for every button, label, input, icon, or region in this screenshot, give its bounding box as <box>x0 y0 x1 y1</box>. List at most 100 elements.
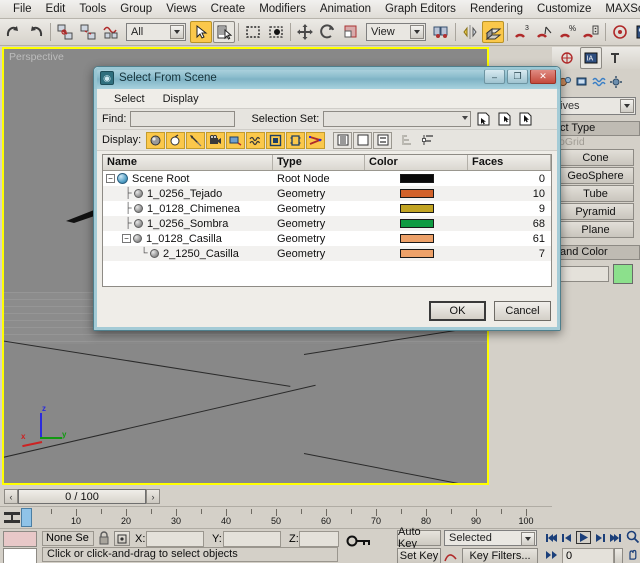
display-space-warps-icon[interactable] <box>246 132 265 149</box>
row-color-cell[interactable] <box>365 234 468 243</box>
create-button-tube[interactable]: Tube <box>557 185 634 202</box>
display-shapes-icon[interactable] <box>166 132 185 149</box>
display-children-icon[interactable] <box>333 132 352 149</box>
systems-icon[interactable] <box>609 75 623 89</box>
zoom-icon[interactable] <box>626 530 639 543</box>
selection-set-combo[interactable] <box>323 111 471 127</box>
key-mode-icon[interactable] <box>346 534 372 548</box>
current-frame-field[interactable]: 0 <box>562 548 614 563</box>
use-pivot-point-center-icon[interactable] <box>430 21 452 43</box>
column-header-type[interactable]: Type <box>273 155 365 170</box>
table-row[interactable]: ├1_0256_SombraGeometry68 <box>103 216 551 231</box>
display-xrefs-icon[interactable] <box>286 132 305 149</box>
create-button-cone[interactable]: Cone <box>557 149 634 166</box>
x-coordinate-field[interactable] <box>146 531 204 547</box>
tab-modify-icon[interactable]: IA <box>580 47 602 69</box>
dialog-title-bar[interactable]: ◉ Select From Scene – ❐ ✕ <box>94 67 560 89</box>
go-to-end-icon[interactable] <box>609 532 622 544</box>
track-bar-ruler[interactable]: 0102030405060708090100 <box>26 507 552 529</box>
key-mode-toggle-icon[interactable] <box>545 549 559 561</box>
display-helpers-icon[interactable] <box>226 132 245 149</box>
chevron-down-icon[interactable] <box>521 532 535 546</box>
table-row[interactable]: −1_0128_CasillaGeometry61 <box>103 231 551 246</box>
menu-item-graph-editors[interactable]: Graph Editors <box>378 1 463 17</box>
menu-item-maxscript[interactable]: MAXScript <box>598 1 640 17</box>
column-header-name[interactable]: Name <box>103 155 273 170</box>
align-icon[interactable] <box>482 21 504 43</box>
display-sort-icon[interactable] <box>373 132 392 149</box>
cancel-button[interactable]: Cancel <box>494 301 551 321</box>
time-cursor[interactable] <box>21 508 32 527</box>
frame-spinner[interactable] <box>614 548 623 563</box>
open-mini-curve-editor-icon[interactable] <box>3 510 21 526</box>
expand-all-icon[interactable] <box>399 132 418 149</box>
window-crossing-toggle-icon[interactable] <box>265 21 287 43</box>
time-slider-next-button[interactable]: › <box>146 489 160 504</box>
play-animation-icon[interactable] <box>576 531 591 544</box>
display-groups-icon[interactable] <box>266 132 285 149</box>
select-and-rotate-icon[interactable] <box>317 21 339 43</box>
display-influences-icon[interactable] <box>353 132 372 149</box>
menu-item-create[interactable]: Create <box>204 1 253 17</box>
select-and-move-icon[interactable] <box>294 21 316 43</box>
chevron-down-icon[interactable] <box>620 99 634 113</box>
display-bones-icon[interactable] <box>306 132 325 149</box>
list-body[interactable]: −Scene RootRoot Node0├1_0256_TejadoGeome… <box>103 171 551 261</box>
scene-object-list[interactable]: Name Type Color Faces −Scene RootRoot No… <box>102 154 552 287</box>
menu-item-group[interactable]: Group <box>113 1 159 17</box>
material-editor-icon[interactable] <box>632 21 640 43</box>
set-key-curve-icon[interactable] <box>444 549 458 563</box>
menu-item-views[interactable]: Views <box>159 1 203 17</box>
spinner-snap-toggle-icon[interactable] <box>580 21 602 43</box>
display-geometry-icon[interactable] <box>146 132 165 149</box>
row-color-cell[interactable] <box>365 189 468 198</box>
ok-button[interactable]: OK <box>429 301 486 321</box>
set-key-button[interactable]: Set Key <box>397 548 441 563</box>
unlink-selection-icon[interactable] <box>77 21 99 43</box>
row-color-cell[interactable] <box>365 249 468 258</box>
tab-create-icon[interactable] <box>556 47 578 69</box>
column-header-color[interactable]: Color <box>365 155 468 170</box>
reference-coordinate-combo[interactable]: View <box>366 23 426 41</box>
z-coordinate-field[interactable] <box>299 531 339 547</box>
go-to-start-icon[interactable] <box>545 532 558 544</box>
previous-frame-icon[interactable] <box>561 532 573 544</box>
key-mode-combo[interactable]: Selected <box>444 530 537 546</box>
select-and-scale-icon[interactable] <box>340 21 362 43</box>
table-row[interactable]: └2_1250_CasillaGeometry7 <box>103 246 551 261</box>
angle-snap-toggle-icon[interactable] <box>534 21 556 43</box>
delete-selection-set-icon[interactable] <box>517 111 534 128</box>
tree-expand-toggle[interactable]: − <box>106 174 115 183</box>
select-by-name-icon[interactable] <box>213 21 235 43</box>
row-color-cell[interactable] <box>365 219 468 228</box>
maximize-button[interactable]: ❐ <box>507 69 528 84</box>
key-filters-button[interactable]: Key Filters... <box>462 548 538 563</box>
rectangular-selection-region-icon[interactable] <box>242 21 264 43</box>
create-button-geosphere[interactable]: GeoSphere <box>557 167 634 184</box>
row-color-cell[interactable] <box>365 174 468 183</box>
space-warps-icon[interactable] <box>592 75 606 89</box>
menu-item-animation[interactable]: Animation <box>313 1 378 17</box>
table-row[interactable]: −Scene RootRoot Node0 <box>103 171 551 186</box>
table-row[interactable]: ├1_0128_ChimeneaGeometry9 <box>103 201 551 216</box>
chevron-down-icon[interactable] <box>410 25 424 39</box>
dialog-menu-select[interactable]: Select <box>105 91 154 107</box>
close-button[interactable]: ✕ <box>530 69 556 84</box>
dialog-menu-display[interactable]: Display <box>154 91 208 107</box>
select-from-scene-dialog[interactable]: ◉ Select From Scene – ❐ ✕ Select Display… <box>93 66 561 331</box>
menu-item-modifiers[interactable]: Modifiers <box>252 1 313 17</box>
lock-icon[interactable] <box>98 531 110 546</box>
display-cameras-icon[interactable] <box>206 132 225 149</box>
create-button-pyramid[interactable]: Pyramid <box>557 203 634 220</box>
select-object-icon[interactable] <box>190 21 212 43</box>
replace-selection-set-icon[interactable] <box>496 111 513 128</box>
column-header-faces[interactable]: Faces <box>468 155 551 170</box>
add-selection-set-icon[interactable] <box>475 111 492 128</box>
mirror-icon[interactable] <box>459 21 481 43</box>
snaps-toggle-3-icon[interactable]: 3 <box>511 21 533 43</box>
bind-to-space-warp-icon[interactable] <box>100 21 122 43</box>
select-and-link-icon[interactable] <box>54 21 76 43</box>
row-color-cell[interactable] <box>365 204 468 213</box>
menu-item-edit[interactable]: Edit <box>39 1 73 17</box>
object-name-field[interactable] <box>557 266 609 282</box>
